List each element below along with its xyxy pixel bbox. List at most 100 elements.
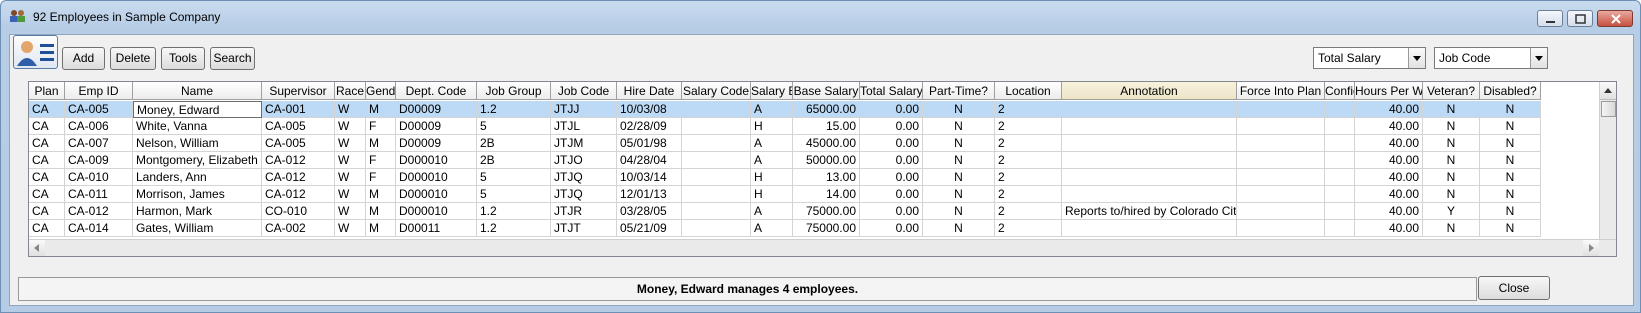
cell-force-into-plan[interactable] <box>1237 203 1325 220</box>
column-header-gender[interactable]: Gender <box>366 82 396 100</box>
cell-dept-code[interactable]: D00009 <box>396 118 477 135</box>
cell-salary-code[interactable] <box>682 135 751 152</box>
cell-total-salary[interactable]: 0.00 <box>860 169 923 186</box>
cell-base-salary[interactable]: 50000.00 <box>793 152 860 169</box>
cell-supervisor[interactable]: CA-005 <box>262 135 335 152</box>
cell-dept-code[interactable]: D00009 <box>396 101 477 118</box>
cell-base-salary[interactable]: 14.00 <box>793 186 860 203</box>
cell-total-salary[interactable]: 0.00 <box>860 186 923 203</box>
delete-button[interactable]: Delete <box>110 47 156 70</box>
cell-name[interactable]: Nelson, William <box>133 135 262 152</box>
cell-confidential[interactable] <box>1325 118 1355 135</box>
cell-annotation[interactable] <box>1062 118 1237 135</box>
cell-veteran[interactable]: N <box>1423 220 1480 237</box>
cell-supervisor[interactable]: CO-010 <box>262 203 335 220</box>
cell-hours-per-week[interactable]: 40.00 <box>1355 101 1423 118</box>
cell-salary-basis[interactable]: A <box>751 101 793 118</box>
column-header-job-code[interactable]: Job Code <box>551 82 617 100</box>
cell-job-group[interactable]: 1.2 <box>477 220 551 237</box>
cell-force-into-plan[interactable] <box>1237 135 1325 152</box>
cell-confidential[interactable] <box>1325 169 1355 186</box>
scroll-left-icon[interactable] <box>29 240 45 256</box>
cell-supervisor[interactable]: CA-012 <box>262 169 335 186</box>
tools-button[interactable]: Tools <box>161 47 205 70</box>
vertical-scroll-thumb[interactable] <box>1601 101 1616 117</box>
cell-disabled[interactable]: N <box>1480 203 1541 220</box>
cell-location[interactable]: 2 <box>995 152 1062 169</box>
cell-emp-id[interactable]: CA-006 <box>65 118 133 135</box>
cell-salary-basis[interactable]: A <box>751 152 793 169</box>
cell-supervisor[interactable]: CA-012 <box>262 152 335 169</box>
column-header-veteran[interactable]: Veteran? <box>1423 82 1480 100</box>
cell-emp-id[interactable]: CA-012 <box>65 203 133 220</box>
cell-force-into-plan[interactable] <box>1237 152 1325 169</box>
cell-supervisor[interactable]: CA-002 <box>262 220 335 237</box>
cell-dept-code[interactable]: D00011 <box>396 220 477 237</box>
cell-plan[interactable]: CA <box>29 186 65 203</box>
cell-name[interactable]: Gates, William <box>133 220 262 237</box>
total-salary-select[interactable]: Total Salary <box>1313 47 1426 69</box>
cell-salary-code[interactable] <box>682 220 751 237</box>
cell-name[interactable]: Harmon, Mark <box>133 203 262 220</box>
cell-veteran[interactable]: N <box>1423 118 1480 135</box>
cell-dept-code[interactable]: D000010 <box>396 152 477 169</box>
cell-emp-id[interactable]: CA-011 <box>65 186 133 203</box>
close-window-button[interactable] <box>1597 10 1633 27</box>
cell-job-group[interactable]: 5 <box>477 169 551 186</box>
cell-part-time[interactable]: N <box>923 101 995 118</box>
cell-job-code[interactable]: JTJM <box>551 135 617 152</box>
cell-disabled[interactable]: N <box>1480 135 1541 152</box>
minimize-button[interactable] <box>1537 10 1563 27</box>
chevron-down-icon[interactable] <box>1408 48 1425 68</box>
scroll-right-icon[interactable] <box>1583 240 1599 256</box>
cell-salary-basis[interactable]: A <box>751 203 793 220</box>
cell-plan[interactable]: CA <box>29 101 65 118</box>
column-header-force-into-plan[interactable]: Force Into Plan <box>1237 82 1325 100</box>
cell-salary-basis[interactable]: H <box>751 118 793 135</box>
vertical-scrollbar[interactable] <box>1599 82 1616 239</box>
cell-annotation[interactable] <box>1062 186 1237 203</box>
cell-salary-basis[interactable]: H <box>751 169 793 186</box>
cell-total-salary[interactable]: 0.00 <box>860 203 923 220</box>
cell-job-group[interactable]: 2B <box>477 152 551 169</box>
column-header-disabled[interactable]: Disabled? <box>1480 82 1541 100</box>
cell-location[interactable]: 2 <box>995 101 1062 118</box>
cell-disabled[interactable]: N <box>1480 169 1541 186</box>
cell-job-group[interactable]: 1.2 <box>477 203 551 220</box>
cell-hours-per-week[interactable]: 40.00 <box>1355 152 1423 169</box>
cell-base-salary[interactable]: 65000.00 <box>793 101 860 118</box>
column-header-name[interactable]: Name <box>133 82 262 100</box>
employee-grid[interactable]: PlanEmp IDNameSupervisorRaceGenderDept. … <box>28 81 1617 257</box>
cell-veteran[interactable]: N <box>1423 135 1480 152</box>
cell-hours-per-week[interactable]: 40.00 <box>1355 186 1423 203</box>
column-header-emp-id[interactable]: Emp ID <box>65 82 133 100</box>
cell-total-salary[interactable]: 0.00 <box>860 152 923 169</box>
cell-supervisor[interactable]: CA-012 <box>262 186 335 203</box>
cell-hire-date[interactable]: 05/01/98 <box>617 135 682 152</box>
cell-supervisor[interactable]: CA-005 <box>262 118 335 135</box>
column-header-total-salary[interactable]: Total Salary <box>860 82 923 100</box>
cell-base-salary[interactable]: 75000.00 <box>793 203 860 220</box>
cell-supervisor[interactable]: CA-001 <box>262 101 335 118</box>
cell-part-time[interactable]: N <box>923 169 995 186</box>
cell-plan[interactable]: CA <box>29 135 65 152</box>
cell-annotation[interactable] <box>1062 169 1237 186</box>
cell-hours-per-week[interactable]: 40.00 <box>1355 203 1423 220</box>
cell-total-salary[interactable]: 0.00 <box>860 135 923 152</box>
cell-force-into-plan[interactable] <box>1237 220 1325 237</box>
cell-hire-date[interactable]: 12/01/13 <box>617 186 682 203</box>
cell-part-time[interactable]: N <box>923 152 995 169</box>
cell-part-time[interactable]: N <box>923 203 995 220</box>
cell-gender[interactable]: M <box>366 203 396 220</box>
column-header-salary-code[interactable]: Salary Code <box>682 82 751 100</box>
cell-base-salary[interactable]: 45000.00 <box>793 135 860 152</box>
cell-total-salary[interactable]: 0.00 <box>860 101 923 118</box>
cell-hire-date[interactable]: 05/21/09 <box>617 220 682 237</box>
cell-disabled[interactable]: N <box>1480 101 1541 118</box>
search-button[interactable]: Search <box>210 47 255 70</box>
cell-job-code[interactable]: JTJL <box>551 118 617 135</box>
column-header-plan[interactable]: Plan <box>29 82 65 100</box>
cell-job-group[interactable]: 1.2 <box>477 101 551 118</box>
cell-base-salary[interactable]: 13.00 <box>793 169 860 186</box>
cell-veteran[interactable]: N <box>1423 186 1480 203</box>
